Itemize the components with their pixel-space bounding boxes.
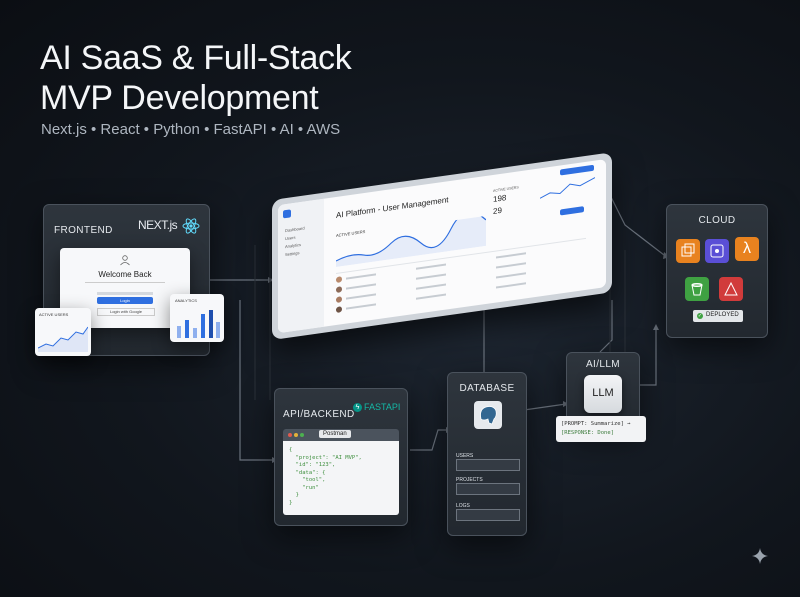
dashboard-primary-button[interactable] — [560, 164, 594, 176]
prompt-response-box: [PROMPT: Summarize] → [RESPONSE: Done] — [556, 416, 646, 442]
hero-title-line1: AI SaaS & Full-Stack — [40, 39, 352, 77]
fastapi-brand: FASTAPI — [364, 402, 401, 412]
json-line: } — [289, 492, 299, 498]
cloud-panel: CLOUD λ ✓ DEPLOYED — [666, 204, 768, 338]
active-users-card: ACTIVE USERS — [35, 308, 91, 356]
nav-dashboard[interactable]: Dashboard — [285, 225, 305, 233]
database-panel: DATABASE USERS PROJECTS LOGS — [447, 372, 527, 536]
postgresql-logo — [474, 401, 502, 429]
stat-label: ACTIVE USERS — [493, 185, 519, 193]
postman-window-header: Postman — [283, 429, 399, 441]
json-line: "id": "123", — [289, 462, 336, 468]
login-title: Welcome Back — [98, 270, 152, 279]
table-projects-grid — [456, 483, 520, 495]
dashboard-mini-chart — [540, 177, 595, 199]
llm-chip-icon: LLM — [584, 375, 622, 413]
llm-chip-label: LLM — [592, 387, 614, 399]
active-users-label: ACTIVE USERS — [39, 312, 69, 317]
backend-panel: API/BACKEND ϟ FASTAPI Postman { "project… — [274, 388, 408, 526]
database-label: DATABASE — [459, 383, 515, 394]
analytics-bar-chart — [177, 310, 220, 338]
deployed-status: DEPLOYED — [706, 312, 739, 318]
app-logo-icon — [283, 209, 291, 219]
prompt-line: [PROMPT: Summarize] → — [561, 421, 631, 427]
minimize-dot-icon[interactable] — [294, 433, 298, 437]
check-icon: ✓ — [697, 313, 703, 319]
json-line: { — [289, 447, 293, 453]
close-dot-icon[interactable] — [288, 433, 292, 437]
backend-label: API/BACKEND — [283, 409, 355, 420]
analytics-label: ANALYTICS — [175, 298, 197, 303]
hero-subtitle: Next.js • React • Python • FastAPI • AI … — [41, 121, 341, 138]
aws-ec2-icon — [676, 239, 700, 263]
stat-value-active-users: 198 — [493, 193, 507, 204]
postman-tab[interactable]: Postman — [319, 430, 351, 438]
response-line: [RESPONSE: Done] — [561, 430, 614, 436]
json-line: "project": "AI MVP", — [289, 454, 362, 461]
login-divider — [85, 282, 165, 283]
nav-users[interactable]: Users — [285, 235, 295, 241]
nextjs-logo: NEXT.js — [138, 218, 178, 232]
google-login-button[interactable]: Login with Google — [97, 308, 155, 316]
fastapi-icon: ϟ — [353, 403, 362, 412]
user-icon — [120, 255, 130, 266]
json-line: "data": { — [289, 469, 326, 476]
json-line: "tool", — [289, 477, 326, 483]
dashboard-secondary-button[interactable] — [560, 206, 584, 216]
maximize-dot-icon[interactable] — [300, 433, 304, 437]
hero-title-line2: MVP Development — [40, 79, 319, 117]
sparkle-icon — [752, 548, 768, 564]
elephant-icon — [480, 406, 497, 425]
json-line: } — [289, 499, 293, 506]
avatar — [336, 296, 342, 304]
dashboard-title: AI Platform - User Management — [336, 195, 449, 221]
hero-title: AI SaaS & Full-Stack MVP Development — [40, 38, 352, 118]
json-line: "run" — [289, 484, 319, 491]
stat-card-active-users: ACTIVE USERS 198 29 — [493, 183, 533, 216]
email-field[interactable] — [97, 292, 153, 295]
aws-amplify-icon — [719, 277, 743, 301]
fastapi-logo: ϟ FASTAPI — [353, 402, 401, 414]
cloud-label: CLOUD — [698, 215, 736, 226]
avatar — [336, 286, 342, 294]
dashboard-sidebar: Dashboard Users Analytics Settings — [278, 198, 324, 334]
avatar — [336, 306, 342, 314]
avatar — [336, 276, 342, 284]
nav-settings[interactable]: Settings — [285, 250, 299, 257]
frontend-label: FRONTEND — [54, 225, 113, 236]
aws-lambda-icon: λ — [735, 237, 759, 261]
analytics-card: ANALYTICS — [170, 294, 224, 342]
json-response-body: { "project": "AI MVP", "id": "123", "dat… — [283, 441, 399, 515]
deployed-badge: ✓ DEPLOYED — [693, 310, 743, 322]
react-icon — [182, 218, 200, 234]
aws-vpc-icon — [705, 239, 729, 263]
table-logs-grid — [456, 509, 520, 521]
ai-llm-label: AI/LLM — [585, 359, 621, 370]
table-users-grid — [456, 459, 520, 471]
login-button[interactable]: Login — [97, 297, 153, 304]
aws-s3-icon — [685, 277, 709, 301]
nav-analytics[interactable]: Analytics — [285, 242, 301, 249]
stat-value-secondary: 29 — [493, 205, 502, 216]
active-users-sparkline — [38, 326, 88, 352]
